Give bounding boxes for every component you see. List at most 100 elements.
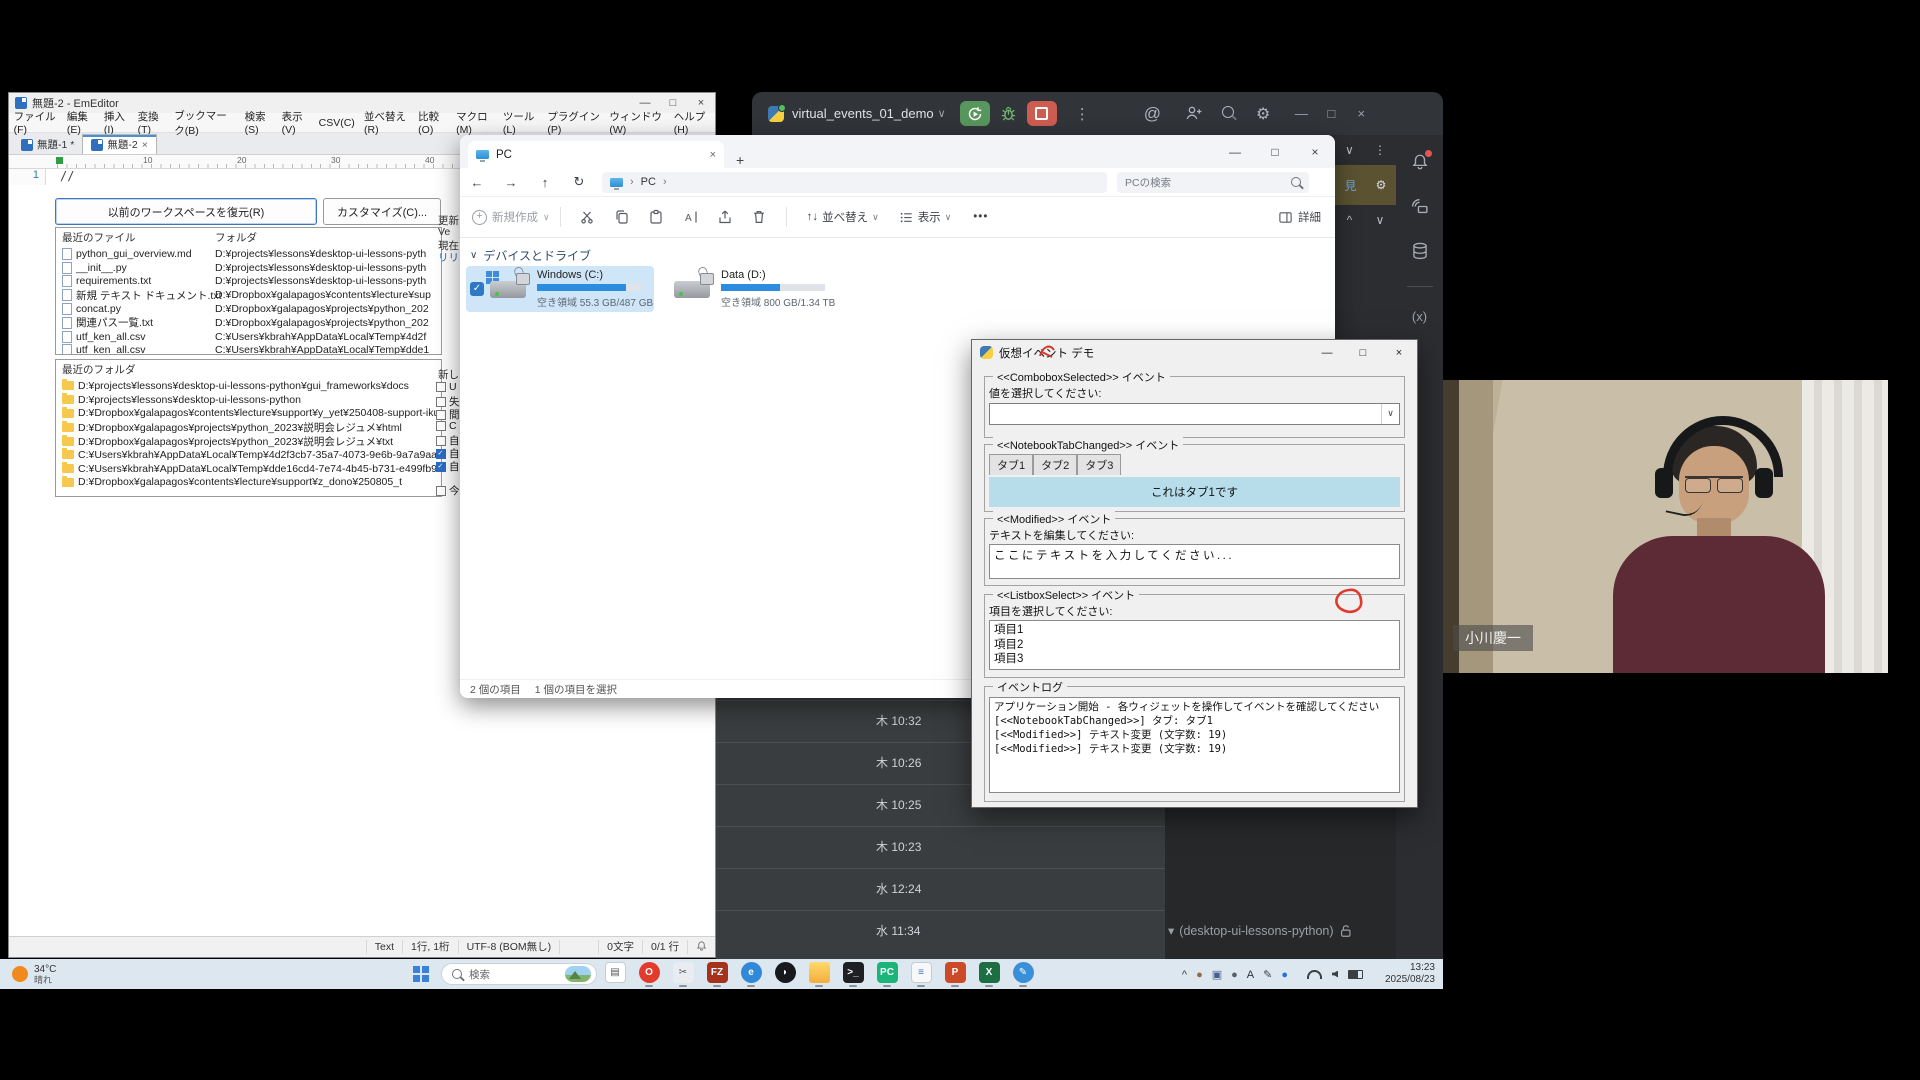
recent-folder-row[interactable]: D:¥projects¥lessons¥desktop-ui-lessons-p… (56, 379, 441, 393)
notifications-bell-icon[interactable] (1411, 153, 1429, 171)
menu-item[interactable]: 表示(V) (277, 109, 314, 136)
notebook-tab[interactable]: タブ3 (1077, 454, 1121, 475)
more-options-icon[interactable]: ⋮ (1075, 105, 1090, 123)
menu-item[interactable]: ウィンドウ(W) (605, 109, 669, 136)
minimize-button[interactable]: — (1215, 145, 1255, 159)
notebook-tab[interactable]: タブ2 (1033, 454, 1077, 475)
more-vertical-icon[interactable]: ⋮ (1374, 143, 1386, 157)
ai-assistant-icon[interactable]: @ (1144, 104, 1161, 124)
menu-item[interactable]: 変換(T) (133, 109, 170, 136)
share-icon[interactable] (717, 209, 733, 225)
taskbar-clock[interactable]: 13:23 2025/08/23 (1385, 962, 1435, 986)
recent-file-row[interactable]: __init__.py D:¥projects¥lessons¥desktop-… (56, 261, 441, 275)
pycharm-project-title[interactable]: virtual_events_01_demo (792, 106, 934, 121)
minimize-button[interactable]: — (1286, 106, 1316, 121)
rename-icon[interactable]: A (682, 209, 699, 225)
value-combobox[interactable]: ∨ (989, 403, 1400, 425)
drive-c-tile[interactable]: ✓ Windows (C:) 空き領域 55.3 GB/487 GB (466, 266, 654, 312)
recent-file-row[interactable]: 新規 テキスト ドキュメント.txt D:¥Dropbox¥galapagos¥… (56, 288, 441, 302)
event-log-textarea[interactable]: アプリケーション開始 - 各ウィジェットを操作してイベントを確認してください[<… (989, 697, 1400, 793)
checkbox-icon[interactable] (436, 397, 446, 407)
copy-icon[interactable] (614, 209, 630, 225)
recent-folder-row[interactable]: D:¥Dropbox¥galapagos¥contents¥lecture¥su… (56, 407, 441, 421)
recent-folder-row[interactable]: D:¥projects¥lessons¥desktop-ui-lessons-p… (56, 393, 441, 407)
back-icon[interactable]: ← (460, 175, 494, 190)
details-pane-toggle[interactable]: 詳細 (1278, 209, 1321, 225)
close-tab-icon[interactable]: × (710, 149, 716, 161)
rerun-button[interactable] (960, 101, 990, 126)
taskbar-app-icon[interactable]: ✎ (1012, 962, 1034, 986)
listbox-item[interactable]: 項目1 (994, 623, 1395, 638)
maximize-button[interactable]: □ (1345, 347, 1381, 359)
debug-button[interactable] (1000, 105, 1017, 122)
status-bell-icon[interactable] (687, 940, 715, 954)
item-listbox[interactable]: 項目1項目2項目3 (989, 620, 1400, 670)
tray-icon[interactable]: ▣ (1212, 969, 1222, 981)
taskbar-search[interactable]: 検索 (441, 963, 597, 985)
search-icon[interactable] (1222, 105, 1234, 122)
menu-item[interactable]: ツール(L) (498, 109, 542, 136)
recent-folder-row[interactable]: C:¥Users¥kbrah¥AppData¥Local¥Temp¥dde16c… (56, 462, 441, 476)
tab-untitled-2[interactable]: 無題-2× (82, 134, 156, 154)
text-editor-field[interactable]: ここにテキストを入力してください... (989, 544, 1400, 579)
recent-file-row[interactable]: utf_ken_all.csv C:¥Users¥kbrah¥AppData¥L… (56, 330, 441, 344)
menu-item[interactable]: 並べ替え(R) (359, 109, 413, 136)
menu-item[interactable]: 検索(S) (240, 109, 277, 136)
problems-icon[interactable]: (x) (1412, 309, 1427, 324)
checkbox-icon[interactable] (436, 436, 446, 446)
side-panel-link[interactable]: 見 (1345, 177, 1357, 194)
stop-button[interactable] (1027, 101, 1057, 126)
drive-d-tile[interactable]: Data (D:) 空き領域 800 GB/1.34 TB (664, 266, 854, 312)
menu-item[interactable]: ファイル(F) (9, 109, 62, 136)
up-icon[interactable]: ↑ (528, 175, 562, 190)
chevron-down-icon[interactable]: ∨ (1376, 213, 1385, 227)
taskbar-app-icon[interactable]: e (740, 962, 762, 986)
taskbar-app-icon[interactable]: PC (876, 962, 898, 986)
minimize-button[interactable]: — (631, 97, 659, 109)
database-icon[interactable] (1411, 242, 1429, 260)
recent-file-row[interactable]: requirements.txt D:¥projects¥lessons¥des… (56, 275, 441, 289)
customize-button[interactable]: カスタマイズ(C)... (323, 198, 441, 225)
history-row[interactable]: 水 11:34 (716, 910, 1165, 952)
menu-item[interactable]: ブックマーク(B) (170, 108, 240, 138)
close-button[interactable]: × (687, 97, 715, 109)
truncated-option-row[interactable]: U (436, 381, 457, 393)
sort-button[interactable]: ↑↓ 並べ替え ∨ (807, 209, 879, 225)
recent-file-row[interactable]: python_gui_overview.md D:¥projects¥lesso… (56, 247, 441, 261)
refresh-icon[interactable]: ↻ (562, 174, 596, 190)
new-tab-button[interactable]: + (736, 152, 744, 168)
volume-icon[interactable] (1332, 971, 1338, 978)
more-options-icon[interactable]: ••• (973, 211, 988, 223)
settings-gear-icon[interactable]: ⚙ (1256, 104, 1270, 124)
weather-widget[interactable]: 34°C 晴れ (12, 964, 56, 985)
new-item-button[interactable]: + 新規作成 ∨ (472, 209, 550, 225)
truncated-option-row[interactable]: C (436, 420, 457, 432)
add-user-icon[interactable] (1185, 105, 1202, 122)
explorer-search-box[interactable]: PCの検索 (1117, 172, 1309, 193)
devices-and-drives-section[interactable]: ∨ デバイスとドライブ (470, 247, 591, 264)
checkbox-icon[interactable] (436, 410, 446, 420)
checkbox-icon[interactable] (436, 462, 446, 472)
checkbox-icon[interactable] (436, 486, 446, 496)
start-button[interactable] (413, 966, 429, 982)
taskbar-app-icon[interactable]: P (944, 962, 966, 986)
taskbar-app-icon[interactable]: ◗ (774, 962, 796, 986)
menu-item[interactable]: ヘルプ(H) (669, 109, 715, 136)
tray-icon[interactable]: ● (1281, 969, 1288, 981)
taskbar-app-icon[interactable]: ✂ (672, 962, 694, 986)
recent-folder-row[interactable]: D:¥Dropbox¥galapagos¥projects¥python_202… (56, 434, 441, 448)
history-row[interactable]: 水 12:24 (716, 868, 1165, 910)
delete-icon[interactable] (751, 209, 767, 225)
paste-icon[interactable] (648, 209, 664, 225)
menu-item[interactable]: マクロ(M) (452, 109, 499, 136)
truncated-option-row[interactable]: 今 (436, 483, 460, 498)
notebook-tab[interactable]: タブ1 (989, 454, 1033, 475)
maximize-button[interactable]: □ (659, 97, 687, 109)
close-button[interactable]: × (1381, 347, 1417, 359)
screen-share-icon[interactable] (1410, 197, 1429, 216)
maximize-button[interactable]: □ (1316, 106, 1346, 121)
interpreter-widget[interactable]: ▾ (desktop-ui-lessons-python) (1168, 923, 1393, 938)
truncated-option-row[interactable]: 自 (436, 459, 460, 474)
forward-icon[interactable]: → (494, 175, 528, 190)
recent-file-row[interactable]: utf_ken_all.csv C:¥Users¥kbrah¥AppData¥L… (56, 344, 441, 355)
